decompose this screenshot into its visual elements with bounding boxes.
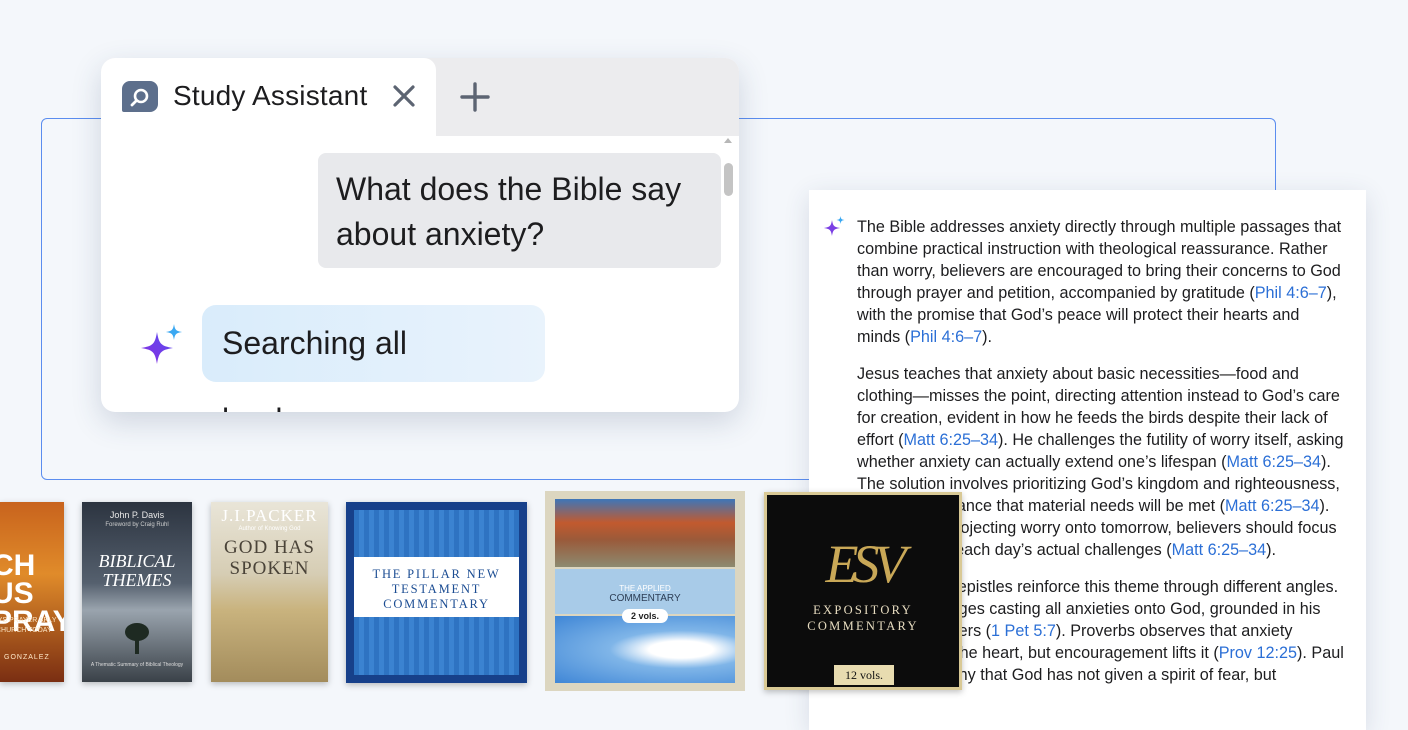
volume-count-badge: 2 vols. bbox=[622, 609, 668, 623]
scripture-link[interactable]: Phil 4:6–7 bbox=[910, 328, 982, 346]
text-run: ). bbox=[1266, 541, 1277, 559]
tab-title: Study Assistant bbox=[173, 80, 368, 111]
study-assistant-window: Study Assistant What does the Bible say … bbox=[101, 58, 739, 412]
user-message: What does the Bible say about anxiety? bbox=[318, 153, 721, 268]
book-author: J.I.PACKER bbox=[221, 506, 318, 525]
book-cover-esv-expository-commentary[interactable]: ESV EXPOSITORY COMMENTARY 12 vols. bbox=[764, 492, 962, 690]
book-cover-god-has-spoken[interactable]: J.I.PACKER Author of Knowing God GOD HAS… bbox=[211, 502, 328, 682]
sparkle-icon bbox=[823, 216, 845, 238]
book-cover-teach-us-to-pray[interactable]: CH US PRAY D'S PRAYER ARLY CHURCH TODAY G… bbox=[0, 502, 64, 682]
sparkle-icon bbox=[139, 324, 183, 368]
esv-logo: ESV bbox=[825, 534, 907, 594]
volume-count-badge: 12 vols. bbox=[834, 665, 894, 685]
tab-study-assistant[interactable]: Study Assistant bbox=[101, 58, 436, 136]
book-cover-pillar-commentary[interactable]: THE PILLAR NEW TESTAMENT COMMENTARY bbox=[346, 502, 527, 683]
answer-paragraph: The Bible addresses anxiety directly thr… bbox=[857, 216, 1347, 348]
series-name-top: THE APPLIED bbox=[619, 584, 671, 593]
plus-icon[interactable] bbox=[458, 80, 492, 114]
mountain-landscape-image bbox=[555, 499, 735, 567]
book-subtitle: A Thematic Summary of Biblical Theology bbox=[90, 662, 184, 668]
book-title: BIBLICAL THEMES bbox=[98, 551, 176, 590]
scripture-link[interactable]: 1 Pet 5:7 bbox=[991, 622, 1056, 640]
scroll-thumb[interactable] bbox=[724, 163, 733, 196]
sky-clouds-image bbox=[555, 616, 735, 683]
book-cover-applied-commentary[interactable]: THE APPLIED COMMENTARY 2 vols. bbox=[545, 491, 745, 691]
scroll-up-arrow[interactable] bbox=[724, 138, 732, 143]
scripture-link[interactable]: Prov 12:25 bbox=[1219, 644, 1297, 662]
scrollbar[interactable] bbox=[721, 138, 735, 218]
tab-bar: Study Assistant bbox=[101, 58, 739, 136]
series-name-bottom: COMMENTARY bbox=[609, 593, 681, 604]
text-run: ). bbox=[982, 328, 992, 346]
book-subtitle: D'S PRAYER ARLY CHURCH TODAY bbox=[0, 617, 57, 634]
scripture-link[interactable]: Matt 6:25–34 bbox=[1172, 541, 1267, 559]
scripture-link[interactable]: Matt 6:25–34 bbox=[1227, 453, 1322, 471]
book-title: THE PILLAR NEW TESTAMENT COMMENTARY bbox=[372, 567, 501, 611]
book-foreword: Foreword by Craig Ruhl bbox=[105, 522, 169, 528]
scripture-link[interactable]: Matt 6:25–34 bbox=[903, 431, 998, 449]
book-cover-biblical-themes[interactable]: John P. Davis Foreword by Craig Ruhl BIB… bbox=[82, 502, 192, 682]
book-tagline: Author of Knowing God bbox=[238, 526, 301, 532]
tree-icon bbox=[125, 623, 149, 654]
book-title: EXPOSITORY COMMENTARY bbox=[807, 603, 919, 633]
chat-search-icon bbox=[122, 81, 158, 112]
book-title-line: CH US bbox=[0, 549, 36, 610]
scripture-link[interactable]: Matt 6:25–34 bbox=[1225, 497, 1320, 515]
assistant-status: Searching all books... bbox=[202, 305, 545, 412]
close-icon[interactable] bbox=[390, 82, 418, 110]
book-author: GONZALEZ bbox=[4, 654, 50, 661]
book-author: John P. Davis bbox=[109, 510, 165, 520]
scripture-link[interactable]: Phil 4:6–7 bbox=[1255, 284, 1327, 302]
book-title: GOD HAS SPOKEN bbox=[224, 537, 315, 579]
